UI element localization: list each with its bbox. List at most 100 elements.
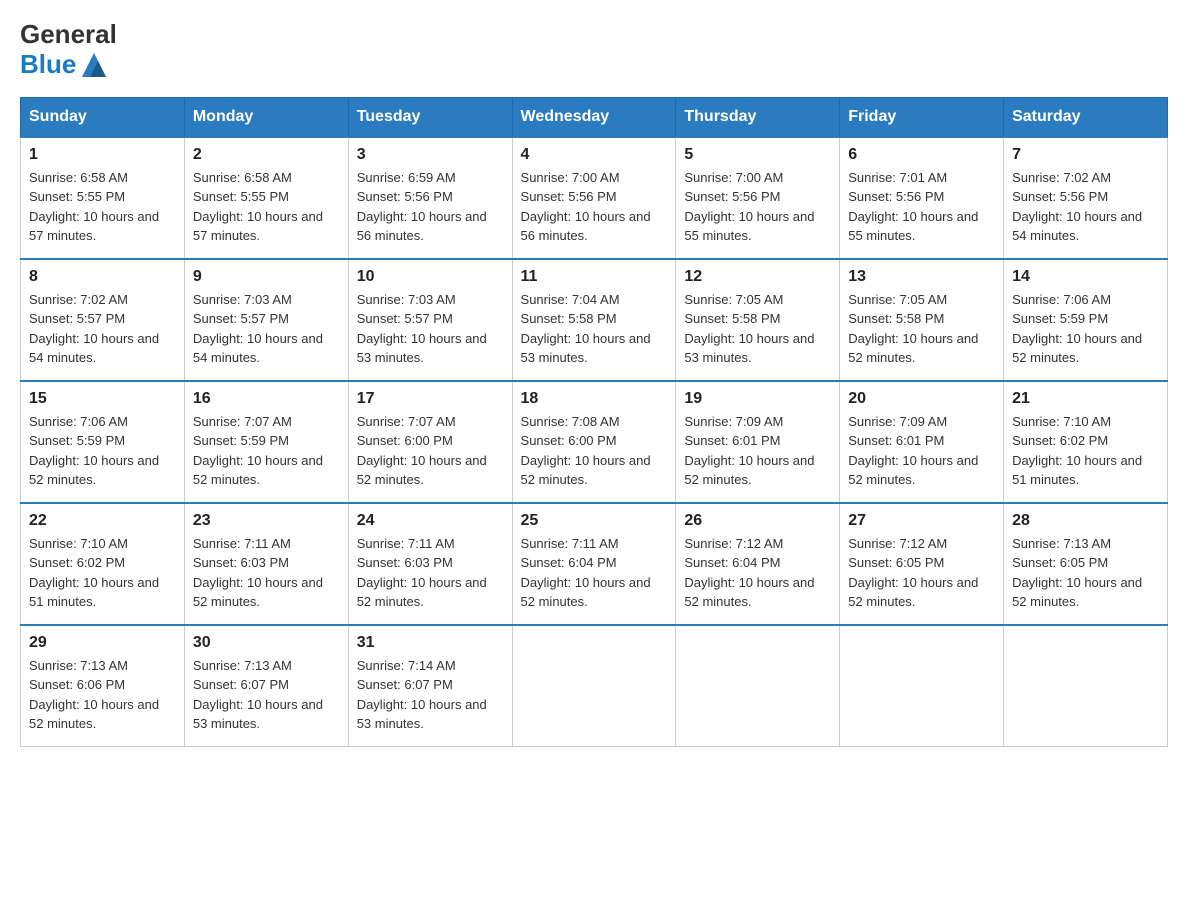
day-number: 14 [1012,268,1159,286]
calendar-cell: 9 Sunrise: 7:03 AM Sunset: 5:57 PM Dayli… [184,259,348,381]
day-number: 4 [521,146,668,164]
calendar-cell: 5 Sunrise: 7:00 AM Sunset: 5:56 PM Dayli… [676,137,840,259]
day-number: 10 [357,268,504,286]
calendar-cell: 22 Sunrise: 7:10 AM Sunset: 6:02 PM Dayl… [21,503,185,625]
calendar-cell: 14 Sunrise: 7:06 AM Sunset: 5:59 PM Dayl… [1004,259,1168,381]
day-number: 21 [1012,390,1159,408]
calendar-header-row: SundayMondayTuesdayWednesdayThursdayFrid… [21,97,1168,137]
day-info: Sunrise: 7:10 AM Sunset: 6:02 PM Dayligh… [1012,412,1159,490]
logo-blue: Blue [20,49,117,81]
calendar-cell: 8 Sunrise: 7:02 AM Sunset: 5:57 PM Dayli… [21,259,185,381]
day-info: Sunrise: 7:11 AM Sunset: 6:03 PM Dayligh… [193,534,340,612]
day-number: 25 [521,512,668,530]
day-info: Sunrise: 7:13 AM Sunset: 6:07 PM Dayligh… [193,656,340,734]
calendar-week-row: 29 Sunrise: 7:13 AM Sunset: 6:06 PM Dayl… [21,625,1168,747]
header-sunday: Sunday [21,97,185,137]
day-info: Sunrise: 7:05 AM Sunset: 5:58 PM Dayligh… [684,290,831,368]
day-info: Sunrise: 7:13 AM Sunset: 6:05 PM Dayligh… [1012,534,1159,612]
day-info: Sunrise: 7:06 AM Sunset: 5:59 PM Dayligh… [29,412,176,490]
day-info: Sunrise: 7:10 AM Sunset: 6:02 PM Dayligh… [29,534,176,612]
calendar-cell [840,625,1004,747]
day-number: 1 [29,146,176,164]
calendar-cell: 4 Sunrise: 7:00 AM Sunset: 5:56 PM Dayli… [512,137,676,259]
day-number: 19 [684,390,831,408]
day-info: Sunrise: 7:07 AM Sunset: 6:00 PM Dayligh… [357,412,504,490]
day-info: Sunrise: 7:11 AM Sunset: 6:03 PM Dayligh… [357,534,504,612]
calendar-cell: 10 Sunrise: 7:03 AM Sunset: 5:57 PM Dayl… [348,259,512,381]
day-info: Sunrise: 6:58 AM Sunset: 5:55 PM Dayligh… [193,168,340,246]
day-number: 11 [521,268,668,286]
calendar-cell: 19 Sunrise: 7:09 AM Sunset: 6:01 PM Dayl… [676,381,840,503]
calendar-week-row: 15 Sunrise: 7:06 AM Sunset: 5:59 PM Dayl… [21,381,1168,503]
calendar-week-row: 1 Sunrise: 6:58 AM Sunset: 5:55 PM Dayli… [21,137,1168,259]
calendar-cell: 18 Sunrise: 7:08 AM Sunset: 6:00 PM Dayl… [512,381,676,503]
day-number: 9 [193,268,340,286]
calendar-cell [512,625,676,747]
day-info: Sunrise: 6:58 AM Sunset: 5:55 PM Dayligh… [29,168,176,246]
day-info: Sunrise: 7:03 AM Sunset: 5:57 PM Dayligh… [357,290,504,368]
day-number: 26 [684,512,831,530]
day-info: Sunrise: 7:12 AM Sunset: 6:05 PM Dayligh… [848,534,995,612]
day-info: Sunrise: 7:09 AM Sunset: 6:01 PM Dayligh… [684,412,831,490]
day-info: Sunrise: 7:02 AM Sunset: 5:57 PM Dayligh… [29,290,176,368]
calendar-cell [676,625,840,747]
calendar-week-row: 8 Sunrise: 7:02 AM Sunset: 5:57 PM Dayli… [21,259,1168,381]
header-monday: Monday [184,97,348,137]
calendar-cell: 26 Sunrise: 7:12 AM Sunset: 6:04 PM Dayl… [676,503,840,625]
day-number: 15 [29,390,176,408]
calendar-cell: 11 Sunrise: 7:04 AM Sunset: 5:58 PM Dayl… [512,259,676,381]
header-saturday: Saturday [1004,97,1168,137]
day-number: 5 [684,146,831,164]
logo-icon [78,49,110,81]
day-number: 30 [193,634,340,652]
calendar-cell: 17 Sunrise: 7:07 AM Sunset: 6:00 PM Dayl… [348,381,512,503]
day-number: 6 [848,146,995,164]
day-number: 17 [357,390,504,408]
day-info: Sunrise: 7:03 AM Sunset: 5:57 PM Dayligh… [193,290,340,368]
calendar-cell: 21 Sunrise: 7:10 AM Sunset: 6:02 PM Dayl… [1004,381,1168,503]
calendar-cell: 3 Sunrise: 6:59 AM Sunset: 5:56 PM Dayli… [348,137,512,259]
calendar-cell: 28 Sunrise: 7:13 AM Sunset: 6:05 PM Dayl… [1004,503,1168,625]
calendar-cell: 29 Sunrise: 7:13 AM Sunset: 6:06 PM Dayl… [21,625,185,747]
calendar-cell: 1 Sunrise: 6:58 AM Sunset: 5:55 PM Dayli… [21,137,185,259]
logo: General Blue [20,20,117,81]
calendar-cell: 27 Sunrise: 7:12 AM Sunset: 6:05 PM Dayl… [840,503,1004,625]
day-number: 2 [193,146,340,164]
day-number: 22 [29,512,176,530]
day-number: 13 [848,268,995,286]
header-friday: Friday [840,97,1004,137]
calendar-cell: 24 Sunrise: 7:11 AM Sunset: 6:03 PM Dayl… [348,503,512,625]
day-number: 3 [357,146,504,164]
day-info: Sunrise: 7:01 AM Sunset: 5:56 PM Dayligh… [848,168,995,246]
day-info: Sunrise: 7:02 AM Sunset: 5:56 PM Dayligh… [1012,168,1159,246]
day-number: 31 [357,634,504,652]
calendar-cell: 20 Sunrise: 7:09 AM Sunset: 6:01 PM Dayl… [840,381,1004,503]
day-number: 29 [29,634,176,652]
calendar-cell: 31 Sunrise: 7:14 AM Sunset: 6:07 PM Dayl… [348,625,512,747]
calendar-cell: 15 Sunrise: 7:06 AM Sunset: 5:59 PM Dayl… [21,381,185,503]
day-number: 23 [193,512,340,530]
day-number: 27 [848,512,995,530]
day-number: 7 [1012,146,1159,164]
day-number: 16 [193,390,340,408]
calendar-cell: 23 Sunrise: 7:11 AM Sunset: 6:03 PM Dayl… [184,503,348,625]
day-number: 28 [1012,512,1159,530]
calendar-table: SundayMondayTuesdayWednesdayThursdayFrid… [20,97,1168,747]
day-info: Sunrise: 7:13 AM Sunset: 6:06 PM Dayligh… [29,656,176,734]
day-info: Sunrise: 6:59 AM Sunset: 5:56 PM Dayligh… [357,168,504,246]
header-tuesday: Tuesday [348,97,512,137]
day-info: Sunrise: 7:00 AM Sunset: 5:56 PM Dayligh… [521,168,668,246]
day-info: Sunrise: 7:04 AM Sunset: 5:58 PM Dayligh… [521,290,668,368]
day-number: 12 [684,268,831,286]
calendar-cell: 7 Sunrise: 7:02 AM Sunset: 5:56 PM Dayli… [1004,137,1168,259]
day-number: 20 [848,390,995,408]
calendar-cell: 12 Sunrise: 7:05 AM Sunset: 5:58 PM Dayl… [676,259,840,381]
day-number: 8 [29,268,176,286]
day-info: Sunrise: 7:00 AM Sunset: 5:56 PM Dayligh… [684,168,831,246]
day-info: Sunrise: 7:07 AM Sunset: 5:59 PM Dayligh… [193,412,340,490]
day-info: Sunrise: 7:08 AM Sunset: 6:00 PM Dayligh… [521,412,668,490]
day-info: Sunrise: 7:14 AM Sunset: 6:07 PM Dayligh… [357,656,504,734]
day-info: Sunrise: 7:11 AM Sunset: 6:04 PM Dayligh… [521,534,668,612]
page-header: General Blue [20,20,1168,81]
calendar-cell [1004,625,1168,747]
